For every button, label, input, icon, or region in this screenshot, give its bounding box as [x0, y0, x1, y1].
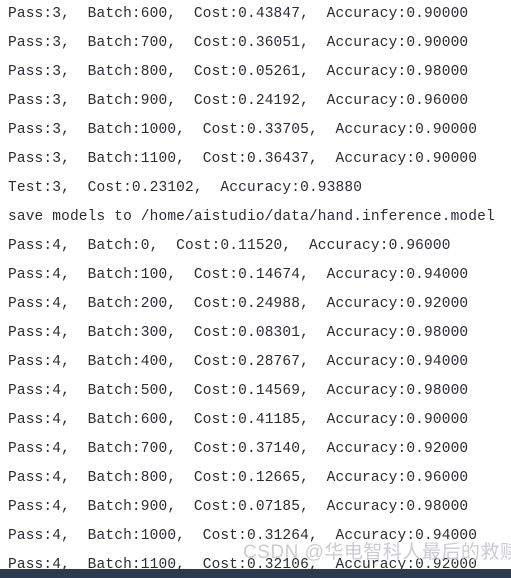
log-line: Pass:4, Batch:800, Cost:0.12665, Accurac…	[8, 470, 469, 486]
log-line: Pass:4, Batch:100, Cost:0.14674, Accurac…	[8, 267, 469, 283]
log-line: Test:3, Cost:0.23102, Accuracy:0.93880	[8, 180, 363, 196]
log-line: Pass:3, Batch:900, Cost:0.24192, Accurac…	[8, 93, 469, 109]
log-line: Pass:4, Batch:700, Cost:0.37140, Accurac…	[8, 441, 469, 457]
log-line: Pass:4, Batch:1000, Cost:0.31264, Accura…	[8, 528, 478, 544]
log-line: Pass:3, Batch:600, Cost:0.43847, Accurac…	[8, 6, 469, 22]
log-line: Pass:3, Batch:1100, Cost:0.36437, Accura…	[8, 151, 478, 167]
log-line: Pass:4, Batch:500, Cost:0.14569, Accurac…	[8, 383, 469, 399]
log-line: Pass:3, Batch:1000, Cost:0.33705, Accura…	[8, 122, 478, 138]
console-output[interactable]: Pass:3, Batch:600, Cost:0.43847, Accurac…	[0, 0, 511, 578]
log-line: save models to /home/aistudio/data/hand.…	[8, 209, 495, 225]
log-line: Pass:4, Batch:900, Cost:0.07185, Accurac…	[8, 499, 469, 515]
log-line: Pass:4, Batch:300, Cost:0.08301, Accurac…	[8, 325, 469, 341]
log-line: Pass:4, Batch:600, Cost:0.41185, Accurac…	[8, 412, 469, 428]
log-line: Pass:4, Batch:0, Cost:0.11520, Accuracy:…	[8, 238, 451, 254]
log-line: Pass:4, Batch:200, Cost:0.24988, Accurac…	[8, 296, 469, 312]
log-line: Pass:3, Batch:700, Cost:0.36051, Accurac…	[8, 35, 469, 51]
bottom-accent-bar	[0, 569, 511, 578]
console-log-screenshot: Pass:3, Batch:600, Cost:0.43847, Accurac…	[0, 0, 511, 578]
log-line: Pass:4, Batch:400, Cost:0.28767, Accurac…	[8, 354, 469, 370]
log-line: Pass:3, Batch:800, Cost:0.05261, Accurac…	[8, 64, 469, 80]
